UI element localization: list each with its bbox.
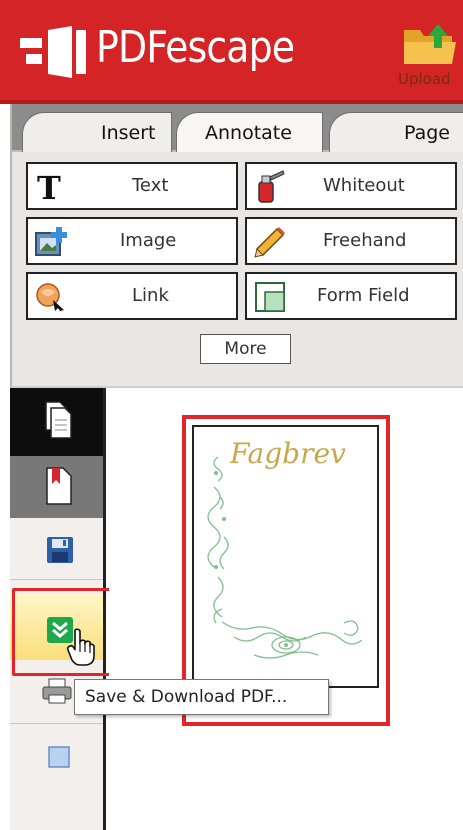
- tab-annotate-label: Annotate: [205, 122, 292, 144]
- image-tool-label: Image: [120, 230, 177, 251]
- print-icon: [42, 678, 72, 704]
- tab-insert-label: Insert: [101, 122, 156, 144]
- whiteout-tool-label: Whiteout: [323, 175, 405, 196]
- freehand-tool-label: Freehand: [323, 230, 407, 251]
- tab-annotate[interactable]: Annotate: [176, 112, 323, 152]
- bookmark-icon: [46, 467, 72, 505]
- text-tool-icon: T: [37, 170, 61, 204]
- app-title: PDFescape: [96, 22, 295, 73]
- pencil-icon: [254, 227, 285, 258]
- sidebar-pages-button[interactable]: [10, 388, 103, 456]
- sidebar-thumbnail-button[interactable]: [10, 724, 103, 788]
- whiteout-tool-button[interactable]: Whiteout: [245, 162, 457, 210]
- form-field-icon: [255, 282, 285, 312]
- upload-folder-icon: [404, 24, 456, 64]
- form-field-tool-button[interactable]: Form Field: [245, 272, 457, 320]
- tab-page-label: Page: [404, 122, 450, 144]
- page-thumbnail[interactable]: Fagbrev: [192, 425, 379, 688]
- svg-text:T: T: [37, 170, 61, 204]
- freehand-tool-button[interactable]: Freehand: [245, 217, 457, 265]
- tab-insert[interactable]: Insert: [22, 112, 172, 152]
- pages-icon: [45, 401, 72, 439]
- link-tool-label: Link: [132, 285, 169, 306]
- text-tool-label: Text: [132, 175, 169, 196]
- tab-strip: Insert Annotate Page: [12, 104, 463, 152]
- hand-cursor-icon: [66, 628, 95, 666]
- pdfescape-logo-icon: [20, 26, 86, 78]
- document-page-artwork: Fagbrev: [207, 437, 363, 659]
- whiteout-icon: [258, 170, 285, 203]
- save-download-tooltip: Save & Download PDF...: [74, 679, 329, 715]
- more-button[interactable]: More: [200, 334, 291, 364]
- thumbnail-icon: [48, 746, 70, 768]
- link-icon: [36, 283, 64, 311]
- save-icon: [47, 537, 73, 563]
- upload-button[interactable]: Upload: [396, 20, 463, 94]
- image-tool-button[interactable]: Image: [26, 217, 238, 265]
- document-heading: Fagbrev: [229, 437, 346, 470]
- upload-label: Upload: [398, 70, 451, 88]
- image-icon: [35, 227, 67, 256]
- form-field-tool-label: Form Field: [317, 285, 410, 306]
- sidebar-save-button[interactable]: [10, 518, 103, 580]
- tool-panel: Insert Annotate Page T Text Whiteout Ima…: [10, 104, 463, 388]
- link-tool-button[interactable]: Link: [26, 272, 238, 320]
- text-tool-button[interactable]: T Text: [26, 162, 238, 210]
- download-highlight-box: [12, 588, 116, 676]
- tab-page[interactable]: Page: [329, 112, 463, 152]
- sidebar-bookmarks-button[interactable]: [10, 456, 103, 518]
- app-header: PDFescape Upload: [0, 0, 463, 104]
